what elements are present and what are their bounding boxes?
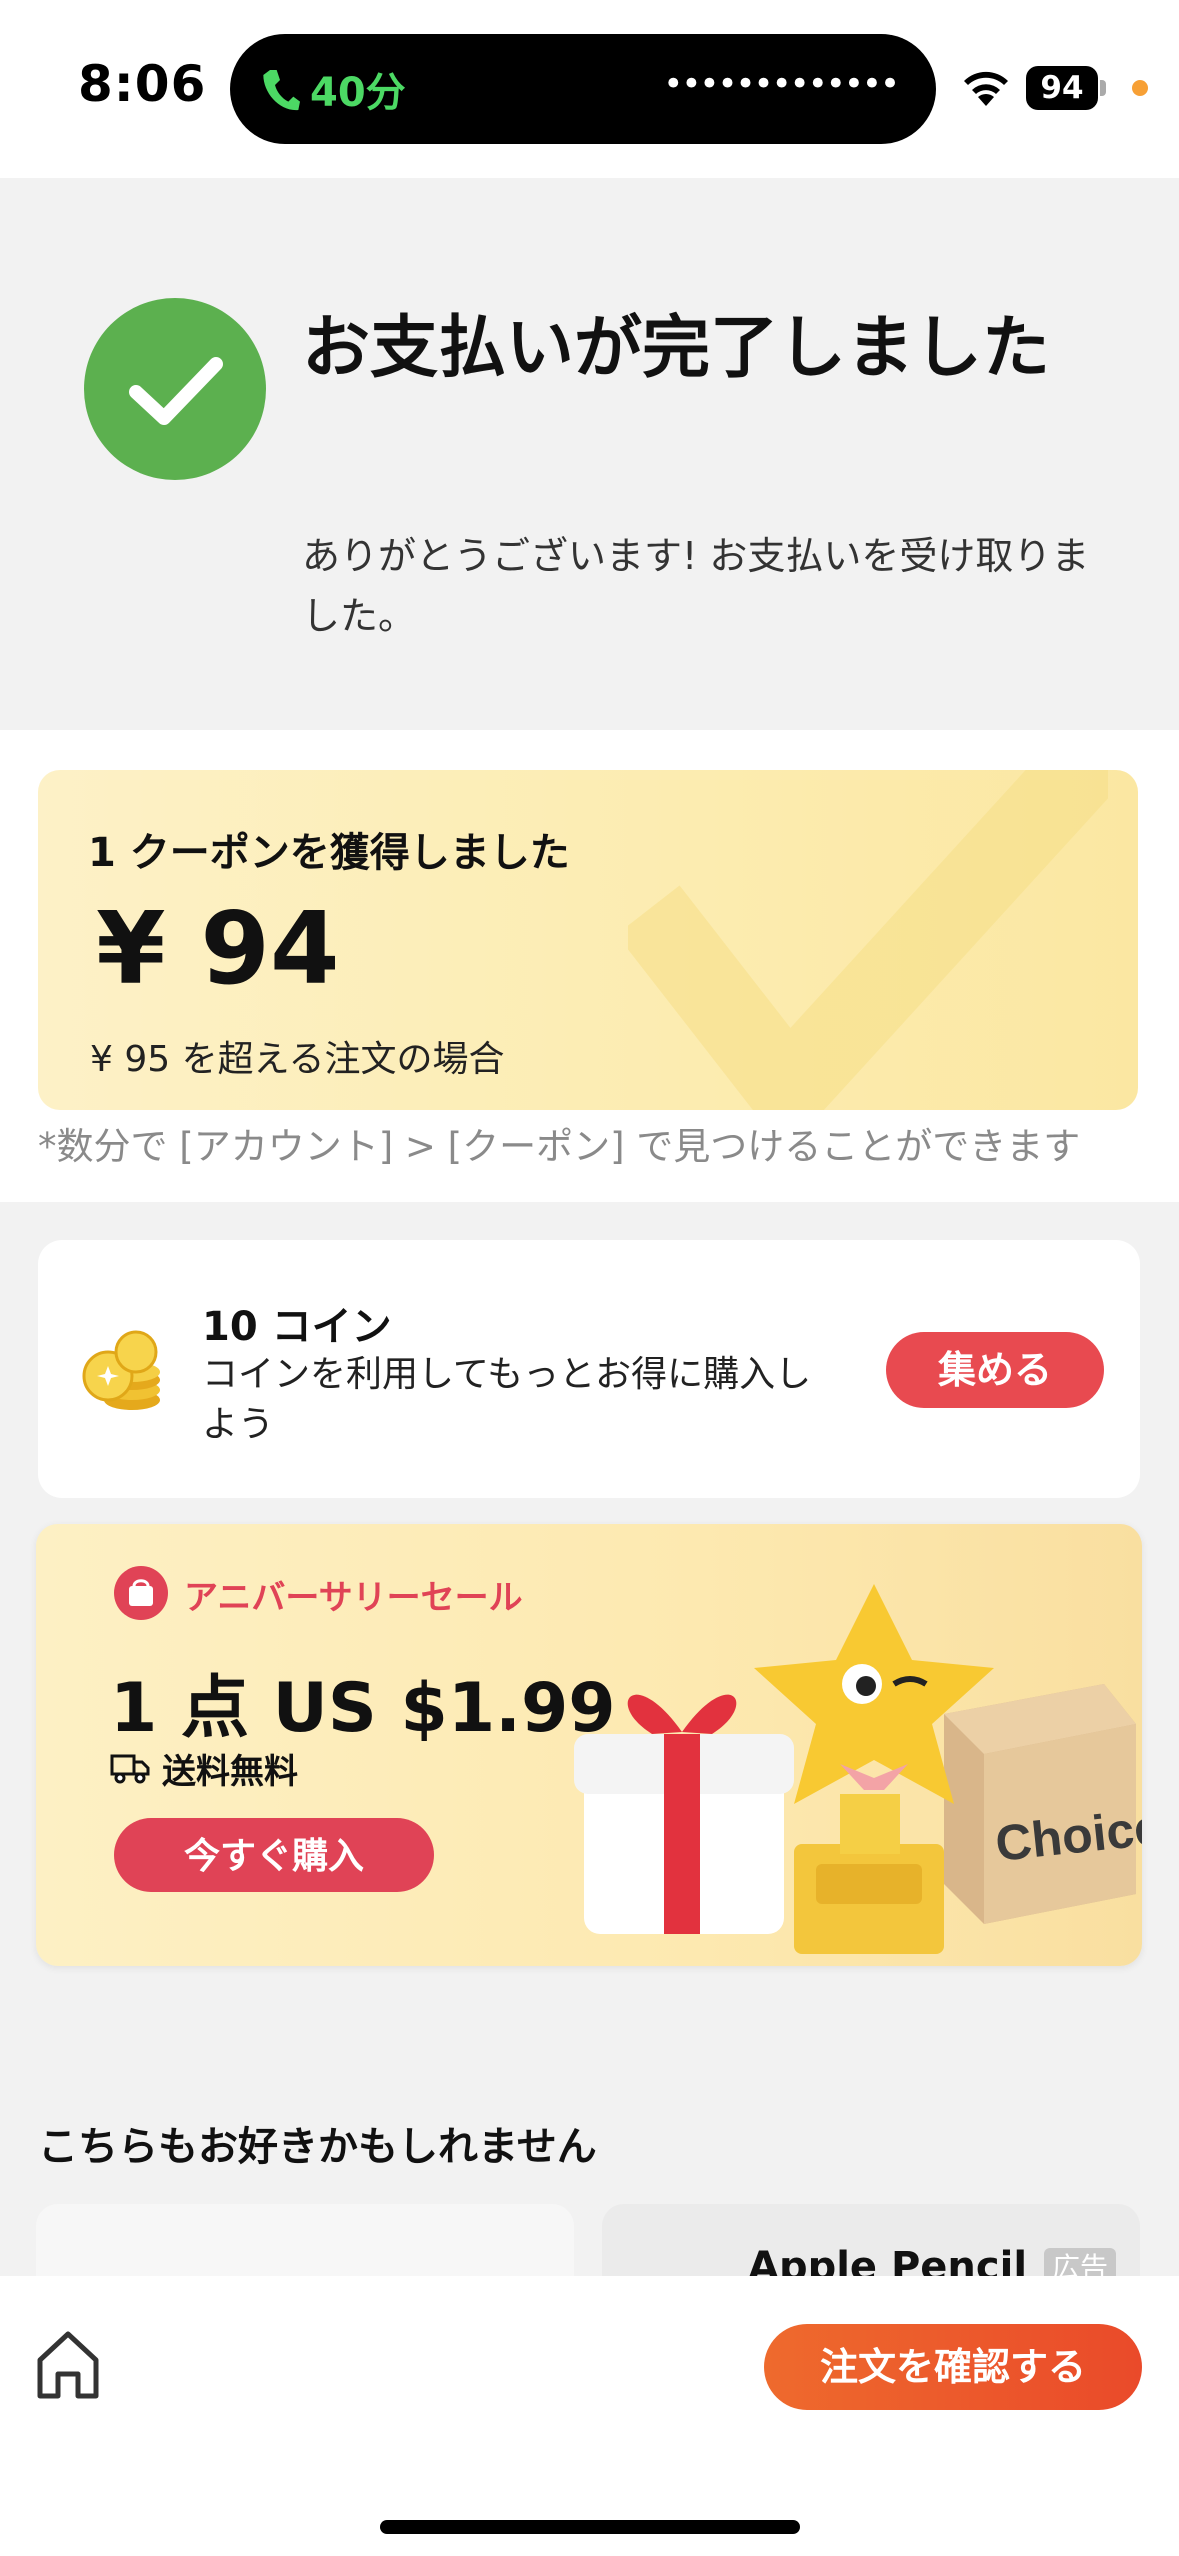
gift-bag-icon <box>114 1566 168 1620</box>
sale-price: 1 点 US $1.99 <box>110 1669 616 1748</box>
payment-success-title: お支払いが完了しました <box>302 309 1051 388</box>
recommendations-title: こちらもお好きかもしれません <box>38 2124 597 2170</box>
coins-icon <box>82 1330 160 1410</box>
coins-card: 10 コイン コインを利用してもっとお得に購入しよう 集める <box>38 1240 1140 1498</box>
collect-coins-button[interactable]: 集める <box>886 1332 1104 1408</box>
coupon-label: 1 クーポンを獲得しました <box>88 830 570 876</box>
buy-now-button[interactable]: 今すぐ購入 <box>114 1818 434 1892</box>
check-watermark-icon <box>628 770 1108 1110</box>
battery-icon: 94 <box>1026 66 1098 110</box>
status-time: 8:06 <box>78 55 207 113</box>
privacy-dot <box>1132 80 1148 96</box>
home-icon[interactable] <box>34 2328 102 2400</box>
coins-description: コインを利用してもっとお得に購入しよう <box>202 1354 812 1445</box>
wifi-icon <box>964 71 1008 106</box>
success-check-icon <box>84 298 266 480</box>
gift-star-illustration: Choice <box>574 1584 1142 1954</box>
anniversary-label: アニバーサリーセール <box>184 1578 523 1618</box>
coupon-amount: ¥ 94 <box>96 890 340 1007</box>
coupon-condition: ¥ 95 を超える注文の場合 <box>90 1039 505 1080</box>
home-indicator[interactable] <box>380 2520 800 2534</box>
payment-success-subtitle: ありがとうございます! お支払いを受け取りました。 <box>302 534 1090 638</box>
coupon-note: *数分で [アカウント] > [クーポン] で見つけることができます <box>38 1125 1081 1168</box>
shipping-truck-icon <box>110 1754 150 1784</box>
confirm-order-button[interactable]: 注文を確認する <box>764 2324 1142 2410</box>
status-bar: 8:06 40分 ••••••••••••• 94 <box>0 0 1179 178</box>
battery-tip <box>1100 80 1106 96</box>
coupon-card[interactable]: 1 クーポンを獲得しました ¥ 94 ¥ 95 を超える注文の場合 <box>38 770 1138 1110</box>
dynamic-island[interactable]: 40分 ••••••••••••• <box>230 34 936 144</box>
call-duration: 40分 <box>310 70 406 116</box>
waveform-icon: ••••••••••••• <box>663 64 900 104</box>
phone-call-icon <box>263 70 300 111</box>
free-shipping-text: 送料無料 <box>162 1752 298 1792</box>
bottom-bar: 注文を確認する <box>0 2276 1179 2556</box>
anniversary-sale-banner[interactable]: アニバーサリーセール 1 点 US $1.99 送料無料 今すぐ購入 Choic… <box>36 1524 1142 1966</box>
coins-title: 10 コイン <box>202 1304 392 1350</box>
